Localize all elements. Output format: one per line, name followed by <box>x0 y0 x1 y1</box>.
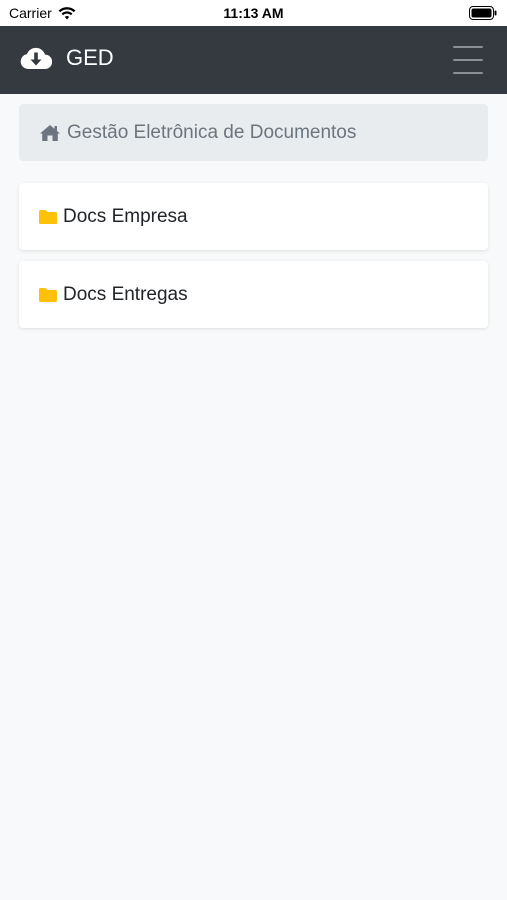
battery-icon <box>469 6 497 20</box>
home-icon[interactable] <box>39 124 61 142</box>
hamburger-menu-icon <box>453 46 483 48</box>
brand-label: GED <box>66 45 114 70</box>
folder-icon <box>39 287 57 302</box>
status-time: 11:13 AM <box>223 5 284 21</box>
folder-icon <box>39 209 57 224</box>
folder-item-docs-entregas[interactable]: Docs Entregas <box>19 261 488 328</box>
cloud-download-icon <box>20 47 52 69</box>
menu-toggle-button[interactable] <box>453 46 485 74</box>
folder-label: Docs Empresa <box>63 205 188 227</box>
status-bar: Carrier 11:13 AM <box>0 0 507 26</box>
status-right <box>469 6 497 23</box>
breadcrumb: Gestão Eletrônica de Documentos <box>19 104 488 161</box>
breadcrumb-label: Gestão Eletrônica de Documentos <box>67 121 357 143</box>
navbar-brand[interactable]: GED <box>20 45 114 71</box>
navbar: GED <box>0 26 507 94</box>
folder-item-docs-empresa[interactable]: Docs Empresa <box>19 183 488 250</box>
folder-label: Docs Entregas <box>63 283 188 305</box>
